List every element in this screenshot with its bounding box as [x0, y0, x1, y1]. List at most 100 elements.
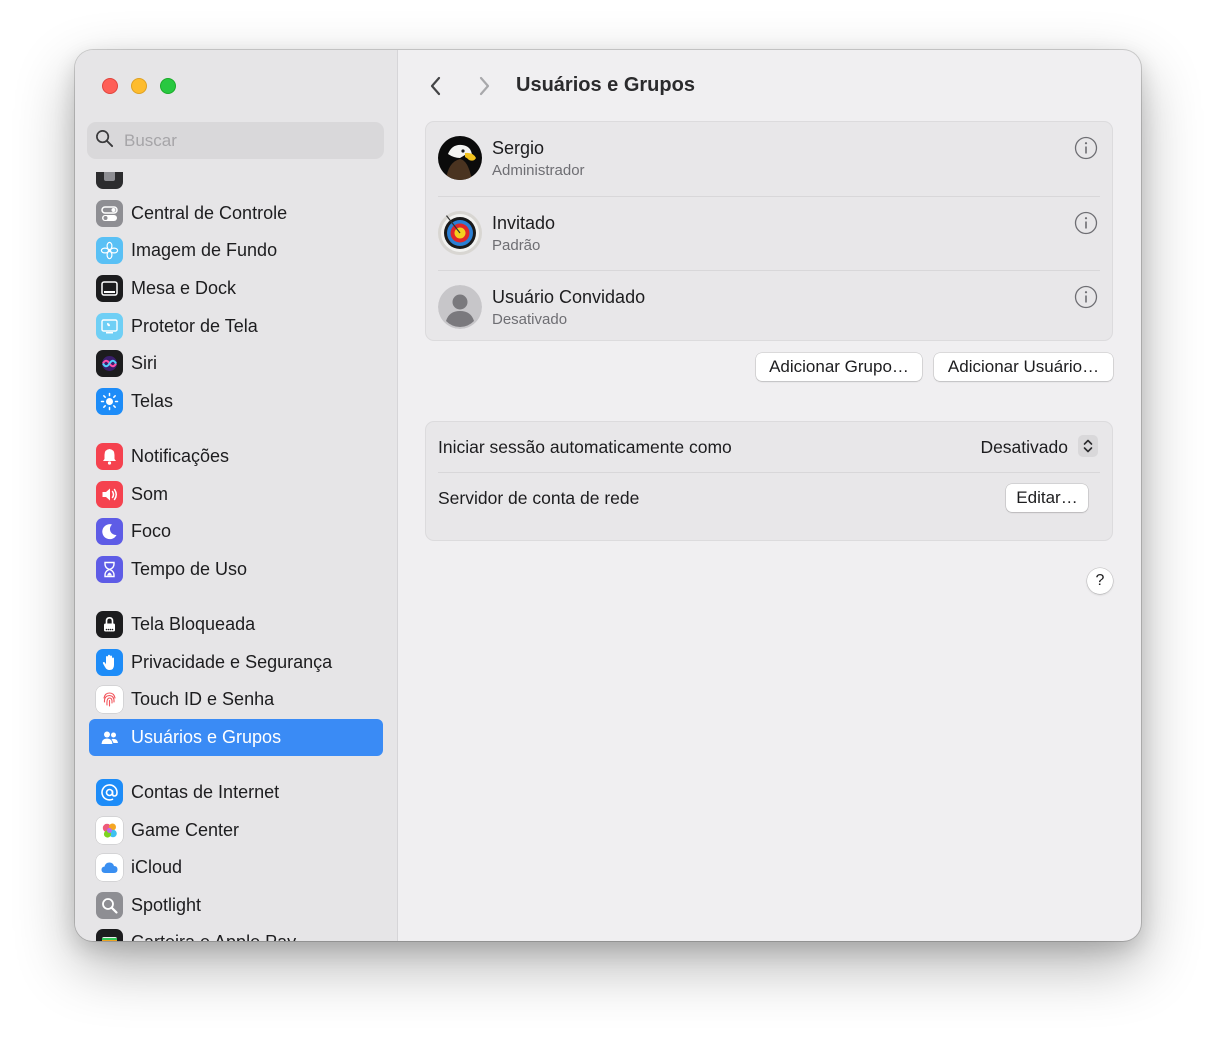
- sidebar-item-tela-bloqueada[interactable]: Tela Bloqueada: [89, 606, 383, 644]
- zoom-button[interactable]: [160, 78, 176, 94]
- sidebar-item-notificacoes[interactable]: Notificações: [89, 438, 383, 476]
- sidebar-item-imagem-de-fundo[interactable]: Imagem de Fundo: [89, 232, 383, 270]
- sidebar-item-label: Privacidade e Segurança: [131, 651, 333, 672]
- sidebar-item-label: Mesa e Dock: [131, 278, 237, 299]
- user-row[interactable]: Sergio Administrador: [438, 122, 1100, 196]
- sidebar-item-partial[interactable]: [89, 172, 383, 195]
- search-field[interactable]: [87, 122, 384, 159]
- sidebar-item-contas-de-internet[interactable]: Contas de Internet: [89, 774, 383, 812]
- sidebar-item-label: Tela Bloqueada: [131, 614, 256, 635]
- sidebar-item-label: Usuários e Grupos: [131, 726, 282, 747]
- sidebar-item-tempo-de-uso[interactable]: Tempo de Uso: [89, 551, 383, 589]
- dock-icon: [96, 275, 123, 303]
- back-button[interactable]: [422, 72, 450, 100]
- up-down-chevron-icon: [1083, 439, 1093, 453]
- edit-button[interactable]: Editar…: [1006, 483, 1088, 512]
- help-button[interactable]: ?: [1087, 568, 1113, 594]
- sidebar-item-central-de-controle[interactable]: Central de Controle: [89, 195, 383, 233]
- add-group-button[interactable]: Adicionar Grupo…: [756, 353, 922, 381]
- sidebar-item-label: Carteira e Apple Pay: [131, 932, 296, 941]
- info-icon[interactable]: [1074, 211, 1098, 235]
- hand-icon: [96, 648, 123, 676]
- sidebar-item-som[interactable]: Som: [89, 475, 383, 513]
- search-icon: [95, 129, 114, 153]
- sidebar-item-label: Tempo de Uso: [131, 558, 248, 579]
- sidebar-list: Central de Controle Imagem de Fundo Mesa e…: [75, 172, 397, 941]
- cloud-icon: [96, 854, 123, 882]
- sidebar-item-protetor-de-tela[interactable]: Protetor de Tela: [89, 307, 383, 345]
- siri-icon: [96, 350, 123, 378]
- partial-icon: [96, 172, 123, 190]
- forward-button[interactable]: [470, 72, 498, 100]
- chevron-left-icon: [430, 76, 441, 96]
- user-row[interactable]: Invitado Padrão: [438, 195, 1100, 271]
- info-icon[interactable]: [1074, 136, 1098, 160]
- user-role: Administrador: [492, 162, 585, 179]
- sidebar-item-label: Spotlight: [131, 894, 202, 915]
- autologin-value[interactable]: Desativado: [980, 437, 1068, 458]
- sidebar-item-mesa-e-dock[interactable]: Mesa e Dock: [89, 270, 383, 308]
- at-icon: [96, 778, 123, 806]
- sidebar-item-label: Som: [131, 483, 169, 504]
- sidebar-item-label: Siri: [131, 353, 157, 374]
- sidebar-item-label: Central de Controle: [131, 202, 288, 223]
- sidebar-item-game-center[interactable]: Game Center: [89, 811, 383, 849]
- add-user-button[interactable]: Adicionar Usuário…: [934, 353, 1113, 381]
- magnifier-icon: [96, 891, 123, 919]
- sidebar-item-siri[interactable]: Siri: [89, 345, 383, 383]
- window-controls: [102, 78, 176, 94]
- autologin-label: Iniciar sessão automaticamente como: [438, 437, 732, 457]
- flower-icon: [96, 237, 123, 265]
- sidebar-item-touch-id-e-senha[interactable]: Touch ID e Senha: [89, 681, 383, 719]
- moon-icon: [96, 518, 123, 546]
- network-label: Servidor de conta de rede: [438, 487, 640, 508]
- users-icon: [96, 724, 123, 751]
- login-settings: Iniciar sessão automaticamente como Desa…: [425, 421, 1113, 541]
- close-button[interactable]: [102, 78, 118, 94]
- main-pane: Usuários e Grupos Sergio Administrador I…: [398, 50, 1141, 941]
- person-avatar: [438, 285, 482, 329]
- user-name: Sergio: [492, 138, 545, 158]
- toggles-icon: [96, 199, 123, 227]
- gamecenter-icon: [96, 816, 123, 844]
- fingerprint-icon: [96, 686, 123, 714]
- sidebar-item-label: Foco: [131, 521, 172, 542]
- search-input[interactable]: [122, 129, 366, 152]
- user-name: Usuário Convidado: [492, 287, 646, 307]
- popup-stepper[interactable]: [1078, 435, 1098, 457]
- sidebar-item-label: Notificações: [131, 446, 230, 467]
- info-icon[interactable]: [1074, 285, 1098, 309]
- eagle-avatar: [438, 136, 482, 180]
- sidebar-item-usuarios-e-grupos[interactable]: Usuários e Grupos: [89, 718, 383, 757]
- user-role: Desativado: [492, 311, 568, 328]
- sidebar-item-foco[interactable]: Foco: [89, 513, 383, 551]
- sidebar-item-label: iCloud: [131, 857, 183, 878]
- sidebar-item-privacidade-e-seguranca[interactable]: Privacidade e Segurança: [89, 643, 383, 681]
- sidebar-item-spotlight[interactable]: Spotlight: [89, 886, 383, 924]
- screensaver-icon: [96, 312, 123, 340]
- user-role: Padrão: [492, 236, 541, 254]
- autologin-row: Iniciar sessão automaticamente como Desa…: [438, 422, 1100, 472]
- sidebar-item-label: Telas: [131, 390, 174, 411]
- user-name: Invitado: [492, 212, 556, 233]
- wallet-icon: [96, 929, 123, 941]
- sidebar-item-label: Contas de Internet: [131, 781, 280, 802]
- sidebar-item-carteira-e-apple-pay[interactable]: Carteira e Apple Pay: [89, 924, 383, 941]
- users-list: Sergio Administrador Invitado Padrão Usu…: [425, 121, 1113, 341]
- sidebar-item-label: Imagem de Fundo: [131, 240, 278, 261]
- sidebar-item-icloud[interactable]: iCloud: [89, 849, 383, 887]
- page-title: Usuários e Grupos: [516, 74, 695, 96]
- sidebar-item-telas[interactable]: Telas: [89, 383, 383, 421]
- hourglass-icon: [96, 555, 123, 583]
- bell-icon: [96, 443, 123, 471]
- minimize-button[interactable]: [131, 78, 147, 94]
- lock-icon: [96, 611, 123, 639]
- sidebar-item-label: Touch ID e Senha: [131, 689, 275, 710]
- sidebar: Central de Controle Imagem de Fundo Mesa e…: [75, 50, 398, 941]
- chevron-right-icon: [479, 76, 490, 96]
- user-row[interactable]: Usuário Convidado Desativado: [438, 270, 1100, 345]
- sun-icon: [96, 387, 123, 415]
- speaker-icon: [96, 480, 123, 508]
